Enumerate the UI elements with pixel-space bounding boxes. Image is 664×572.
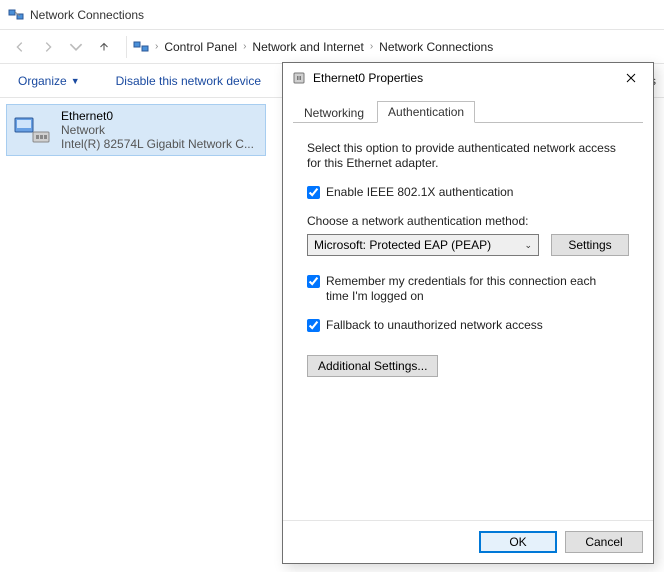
method-value: Microsoft: Protected EAP (PEAP)	[314, 238, 491, 252]
connection-name: Ethernet0	[61, 109, 254, 123]
separator	[126, 36, 127, 58]
additional-settings-label: Additional Settings...	[318, 359, 427, 373]
network-connections-icon	[133, 39, 149, 55]
settings-button[interactable]: Settings	[551, 234, 629, 256]
enable-8021x-row: Enable IEEE 802.1X authentication	[307, 185, 629, 200]
method-label: Choose a network authentication method:	[307, 214, 629, 228]
connection-status: Network	[61, 123, 254, 137]
properties-dialog: Ethernet0 Properties Networking Authenti…	[282, 62, 654, 564]
remember-credentials-label[interactable]: Remember my credentials for this connect…	[326, 274, 616, 304]
navigation-bar: › Control Panel › Network and Internet ›…	[0, 30, 664, 64]
authentication-pane: Select this option to provide authentica…	[293, 123, 643, 510]
connection-text: Ethernet0 Network Intel(R) 82574L Gigabi…	[61, 109, 254, 151]
ok-label: OK	[509, 535, 526, 549]
up-button[interactable]	[92, 35, 116, 59]
method-dropdown[interactable]: Microsoft: Protected EAP (PEAP) ⌄	[307, 234, 539, 256]
network-connections-icon	[8, 7, 24, 23]
window-titlebar: Network Connections	[0, 0, 664, 30]
caret-down-icon: ▼	[71, 76, 80, 86]
ethernet-icon	[291, 70, 307, 86]
tab-networking[interactable]: Networking	[293, 102, 375, 123]
organize-menu[interactable]: Organize ▼	[12, 70, 86, 92]
fallback-checkbox[interactable]	[307, 319, 320, 332]
fallback-row: Fallback to unauthorized network access	[307, 318, 629, 333]
dialog-titlebar[interactable]: Ethernet0 Properties	[283, 63, 653, 93]
window-title: Network Connections	[30, 8, 144, 22]
breadcrumb-item[interactable]: Control Panel	[160, 38, 241, 56]
cancel-button[interactable]: Cancel	[565, 531, 643, 553]
back-button[interactable]	[8, 35, 32, 59]
tab-authentication[interactable]: Authentication	[377, 101, 475, 123]
chevron-right-icon[interactable]: ›	[155, 41, 158, 52]
chevron-right-icon[interactable]: ›	[243, 41, 246, 52]
disable-label: Disable this network device	[116, 74, 261, 88]
dialog-body: Networking Authentication Select this op…	[283, 93, 653, 520]
connection-item-ethernet0[interactable]: Ethernet0 Network Intel(R) 82574L Gigabi…	[6, 104, 266, 156]
breadcrumb-item[interactable]: Network and Internet	[248, 38, 367, 56]
dialog-title: Ethernet0 Properties	[313, 71, 617, 85]
ok-button[interactable]: OK	[479, 531, 557, 553]
connection-device: Intel(R) 82574L Gigabit Network C...	[61, 137, 254, 151]
settings-label: Settings	[568, 238, 611, 252]
remember-credentials-checkbox[interactable]	[307, 275, 320, 288]
additional-settings-button[interactable]: Additional Settings...	[307, 355, 438, 377]
method-row: Microsoft: Protected EAP (PEAP) ⌄ Settin…	[307, 234, 629, 256]
breadcrumb[interactable]: › Control Panel › Network and Internet ›…	[133, 38, 497, 56]
organize-label: Organize	[18, 74, 67, 88]
tab-strip: Networking Authentication	[293, 99, 643, 123]
remember-credentials-row: Remember my credentials for this connect…	[307, 274, 629, 304]
fallback-label[interactable]: Fallback to unauthorized network access	[326, 318, 543, 333]
chevron-right-icon[interactable]: ›	[370, 41, 373, 52]
enable-8021x-checkbox[interactable]	[307, 186, 320, 199]
enable-8021x-label[interactable]: Enable IEEE 802.1X authentication	[326, 185, 513, 200]
disable-device-button[interactable]: Disable this network device	[110, 70, 267, 92]
tab-label: Networking	[304, 106, 364, 120]
recent-locations-button[interactable]	[64, 35, 88, 59]
close-button[interactable]	[617, 68, 645, 88]
breadcrumb-item[interactable]: Network Connections	[375, 38, 497, 56]
cancel-label: Cancel	[585, 535, 622, 549]
dialog-footer: OK Cancel	[283, 520, 653, 563]
pane-description: Select this option to provide authentica…	[307, 141, 627, 171]
tab-label: Authentication	[388, 105, 464, 119]
ethernet-adapter-icon	[13, 114, 53, 146]
forward-button[interactable]	[36, 35, 60, 59]
caret-down-icon: ⌄	[524, 240, 532, 251]
